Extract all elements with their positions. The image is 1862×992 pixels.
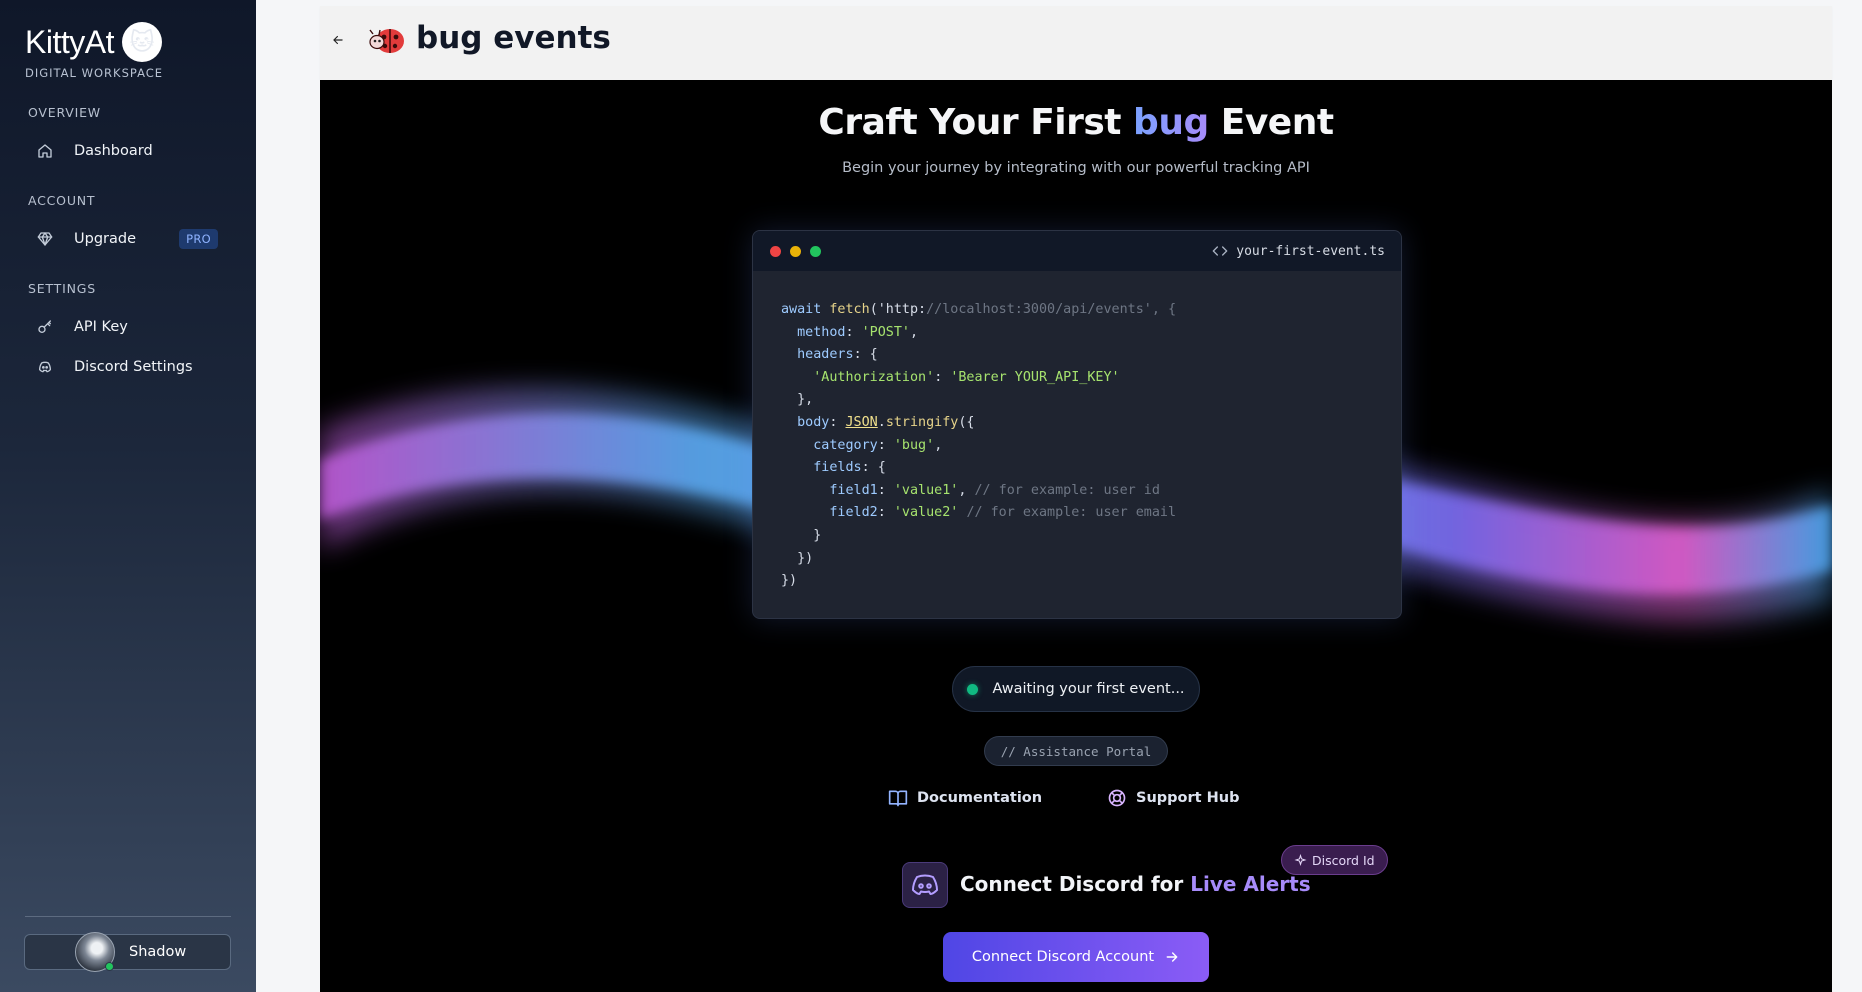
code-line: await fetch('http://localhost:3000/api/e… <box>781 302 1177 317</box>
status-text: Awaiting your first event... <box>992 681 1185 697</box>
discord-id-label: Discord Id <box>1312 852 1375 868</box>
code-filename-label: your-first-event.ts <box>1236 243 1385 259</box>
code-snippet-window: your-first-event.ts await fetch('http://… <box>752 230 1402 619</box>
arrow-left-icon <box>333 35 343 45</box>
connect-discord-button[interactable]: Connect Discord Account <box>943 932 1209 982</box>
code-line: }) <box>781 573 798 589</box>
assistance-portal-chip: // Assistance Portal <box>984 736 1168 766</box>
section-label-settings: SETTINGS <box>28 281 96 296</box>
arrow-right-icon <box>1166 952 1178 962</box>
code-line: method: 'POST', <box>797 324 919 340</box>
hero-title-post: Event <box>1208 102 1334 143</box>
sidebar-item-label: Discord Settings <box>74 359 193 375</box>
brand-subtitle: DIGITAL WORKSPACE <box>25 66 164 80</box>
code-window-titlebar: your-first-event.ts <box>753 231 1401 271</box>
connect-discord-label: Connect Discord Account <box>971 949 1155 965</box>
sidebar-item-api-key[interactable]: API Key <box>28 310 218 344</box>
sidebar: KittyAt 🐱 DIGITAL WORKSPACE OVERVIEW Das… <box>0 0 256 992</box>
code-line: fields: { <box>813 460 886 476</box>
documentation-link[interactable]: Documentation <box>888 788 1042 808</box>
user-profile-button[interactable]: Shadow <box>24 932 231 972</box>
discord-title-pre: Connect Discord for <box>960 872 1191 896</box>
support-hub-label: Support Hub <box>1136 790 1240 806</box>
code-line: }) <box>781 550 814 566</box>
sidebar-item-label: Dashboard <box>74 143 153 159</box>
code-filename: your-first-event.ts <box>1212 243 1385 259</box>
online-status-dot <box>105 962 114 971</box>
key-icon <box>36 318 54 336</box>
page-title: bug events <box>416 20 611 56</box>
code-line: field1: 'value1', // for example: user i… <box>829 482 1160 498</box>
hero-subtitle: Begin your journey by integrating with o… <box>842 160 1310 176</box>
sidebar-item-discord-settings[interactable]: Discord Settings <box>28 350 218 384</box>
discord-icon <box>36 358 54 376</box>
status-dot <box>967 683 979 695</box>
pro-badge: PRO <box>179 229 218 249</box>
code-line: } <box>781 527 822 543</box>
gem-icon <box>36 230 54 248</box>
support-hub-link[interactable]: Support Hub <box>1107 788 1239 808</box>
code-line: 'Authorization': 'Bearer YOUR_API_KEY' <box>813 369 1120 385</box>
hero-title: Craft Your First bug Event <box>320 102 1832 143</box>
maximize-dot-icon <box>810 245 821 257</box>
discord-logo <box>902 862 948 908</box>
discord-title-accent: Live Alerts <box>1190 872 1311 896</box>
hero-title-accent: bug <box>1133 102 1209 143</box>
onboarding-panel: Craft Your First bug Event Begin your jo… <box>320 80 1832 992</box>
home-icon <box>36 142 54 160</box>
awaiting-event-status: Awaiting your first event... <box>952 666 1200 712</box>
code-brackets-icon <box>1212 246 1228 256</box>
sparkle-icon <box>1294 853 1307 866</box>
discord-id-chip[interactable]: Discord Id <box>1281 845 1388 875</box>
lifebuoy-icon <box>1108 789 1126 807</box>
section-label-account: ACCOUNT <box>28 193 96 208</box>
code-line: headers: { <box>797 347 878 363</box>
back-button[interactable] <box>328 30 348 50</box>
code-line: body: JSON.stringify({ <box>797 414 975 430</box>
brand[interactable]: KittyAt 🐱 <box>25 22 162 62</box>
sidebar-item-upgrade[interactable]: Upgrade PRO <box>28 222 218 256</box>
ladybug-icon <box>369 29 404 53</box>
close-dot-icon <box>770 245 781 257</box>
minimize-dot-icon <box>790 245 801 257</box>
sidebar-divider <box>25 916 231 917</box>
documentation-label: Documentation <box>917 790 1043 806</box>
page-header: bug events <box>320 6 1832 80</box>
section-label-overview: OVERVIEW <box>28 105 101 120</box>
code-line: field2: 'value2' // for example: user em… <box>829 505 1177 521</box>
code-block[interactable]: await fetch('http://localhost:3000/api/e… <box>753 271 1401 593</box>
code-line: }, <box>781 392 814 408</box>
sidebar-item-label: API Key <box>74 319 128 335</box>
code-line: category: 'bug', <box>813 437 943 453</box>
user-name: Shadow <box>129 944 187 960</box>
sidebar-item-dashboard[interactable]: Dashboard <box>28 134 218 168</box>
cat-logo-icon: 🐱 <box>121 22 162 62</box>
book-icon <box>888 790 908 807</box>
discord-icon <box>912 874 938 895</box>
sidebar-item-label: Upgrade <box>74 231 136 247</box>
discord-connect-title: Connect Discord for Live Alerts <box>960 872 1311 896</box>
avatar <box>75 932 115 972</box>
hero-title-pre: Craft Your First <box>818 102 1134 143</box>
brand-name: KittyAt <box>25 23 114 60</box>
